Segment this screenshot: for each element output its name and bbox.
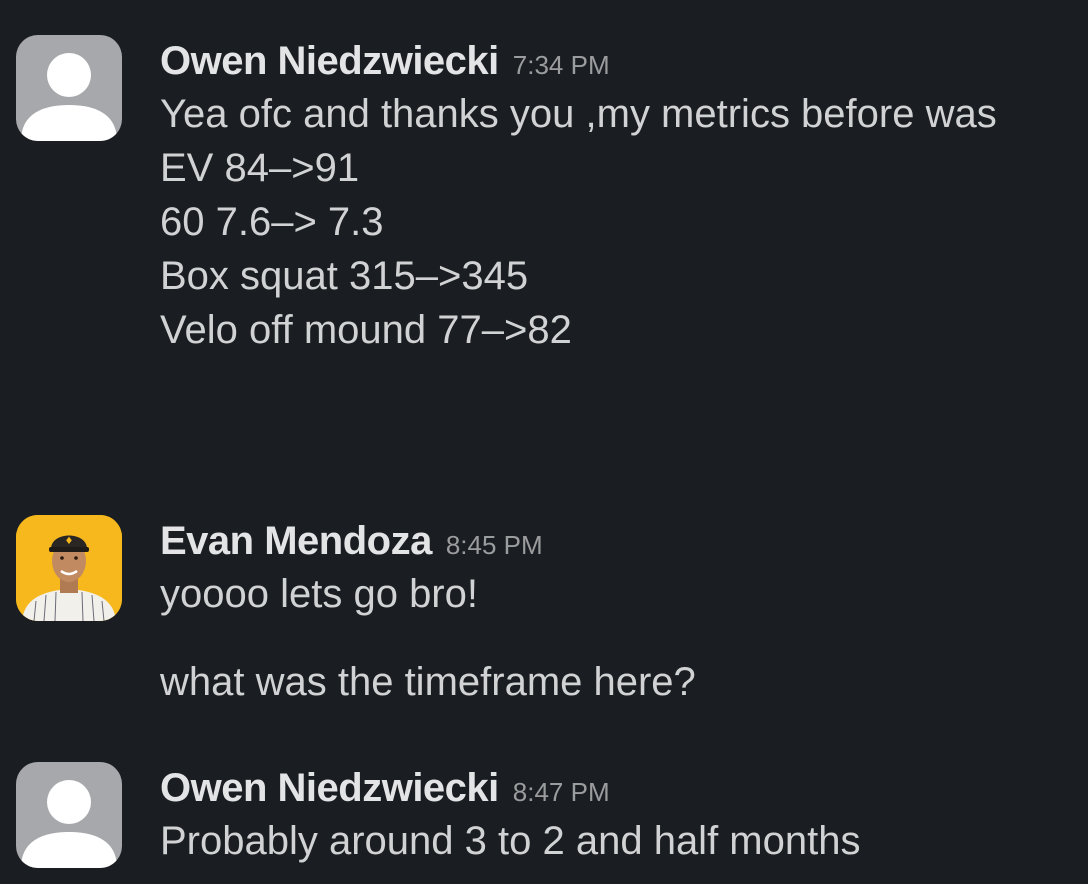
timestamp[interactable]: 8:47 PM [513, 766, 610, 818]
message-text: Box squat 315–>345 [160, 254, 529, 298]
message-text: what was the timeframe here? [160, 660, 696, 704]
message-text: EV 84–>91 [160, 146, 360, 190]
default-user-avatar-icon [21, 780, 117, 868]
author-name[interactable]: Owen Niedzwiecki [160, 762, 499, 814]
message-text: Velo off mound 77–>82 [160, 308, 572, 352]
profile-photo: ♦ [16, 515, 122, 621]
timestamp[interactable]: 8:45 PM [446, 519, 543, 571]
avatar[interactable] [16, 762, 122, 868]
message-text: 60 7.6–> 7.3 [160, 200, 384, 244]
message-header: Owen Niedzwiecki 8:47 PM [160, 762, 1088, 814]
message-text: Yea ofc and thanks you ,my metrics befor… [160, 92, 997, 136]
avatar[interactable] [16, 35, 122, 141]
message-content: Owen Niedzwiecki 7:34 PM Yea ofc and tha… [160, 35, 1088, 357]
message-header: Owen Niedzwiecki 7:34 PM [160, 35, 1088, 87]
message-content: Evan Mendoza 8:45 PM yoooo lets go bro! … [160, 515, 1088, 709]
message-header: Evan Mendoza 8:45 PM [160, 515, 1088, 567]
avatar[interactable]: ♦ [16, 515, 122, 621]
message-content: Owen Niedzwiecki 8:47 PM Probably around… [160, 762, 1088, 868]
message-text: Probably around 3 to 2 and half months [160, 819, 861, 863]
author-name[interactable]: Evan Mendoza [160, 515, 432, 567]
default-user-avatar-icon [21, 53, 117, 141]
message-text: yoooo lets go bro! [160, 572, 478, 616]
svg-text:♦: ♦ [65, 536, 74, 547]
timestamp[interactable]: 7:34 PM [513, 39, 610, 91]
author-name[interactable]: Owen Niedzwiecki [160, 35, 499, 87]
